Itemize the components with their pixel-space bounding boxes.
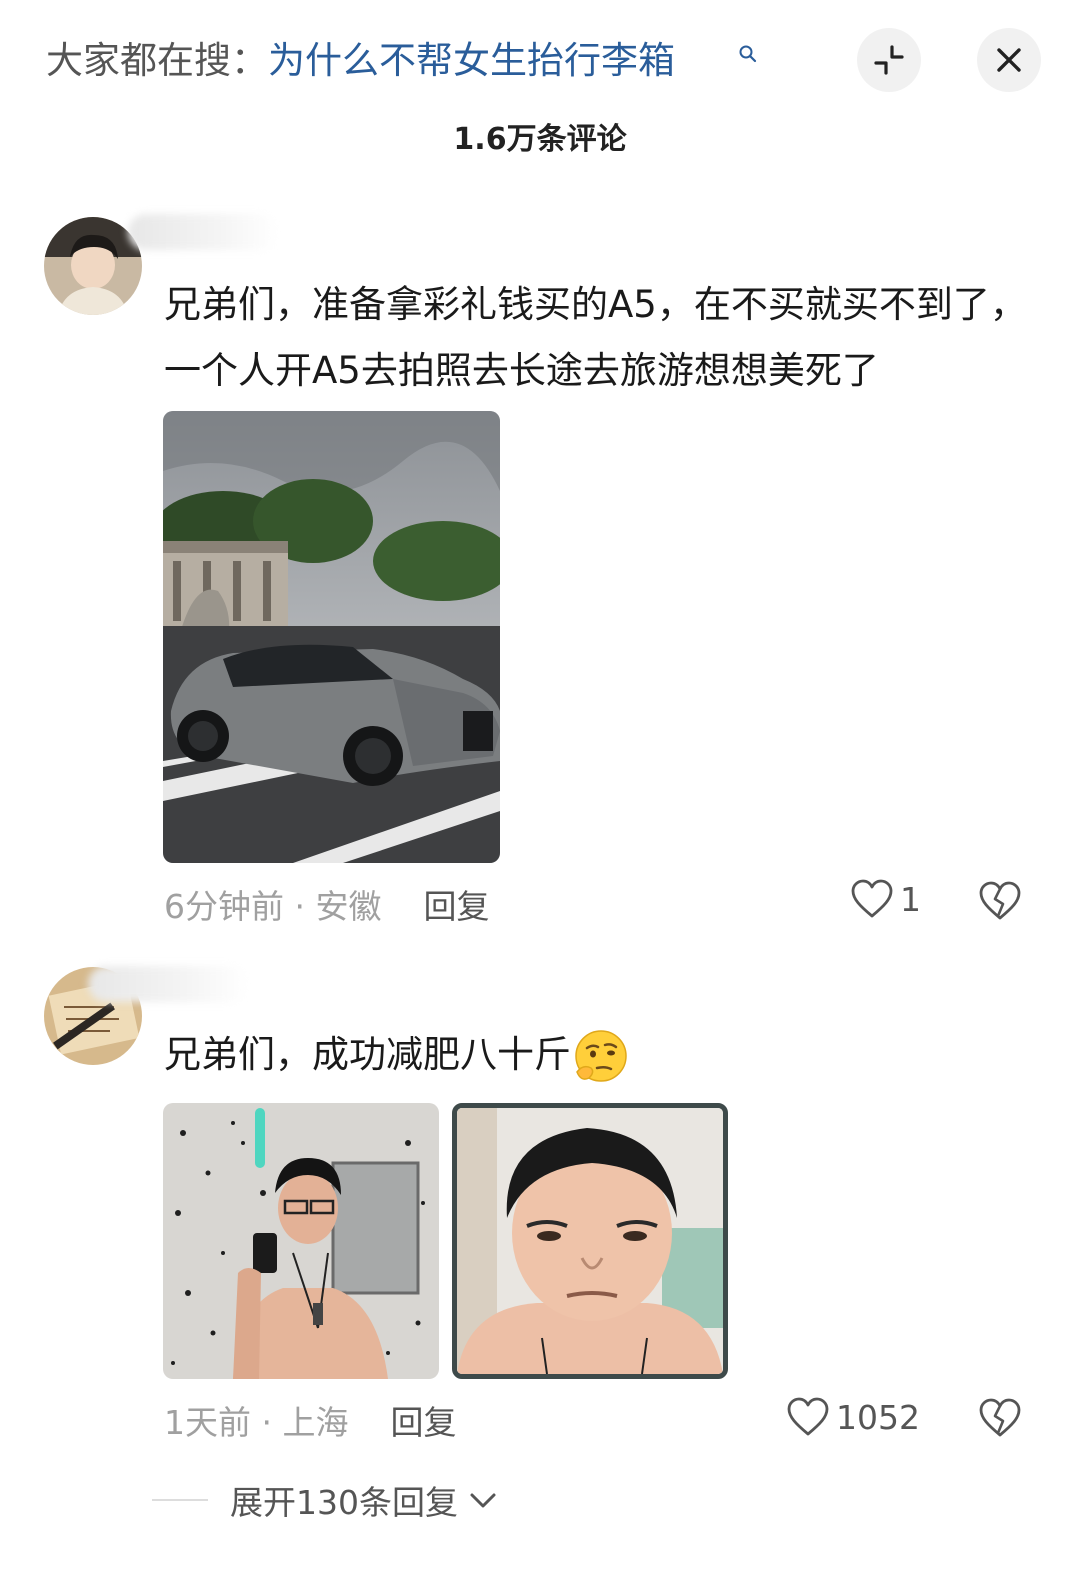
username[interactable] <box>88 966 248 1002</box>
like-button[interactable]: 1052 <box>786 1396 920 1438</box>
car-photo <box>163 411 500 863</box>
trending-search-prefix: 大家都在搜： <box>46 39 268 82</box>
expand-replies-label: 展开130条回复 <box>230 1483 458 1522</box>
username[interactable] <box>128 214 278 250</box>
search-icon <box>739 45 757 63</box>
thinking-face-emoji <box>575 1029 627 1082</box>
reply-button[interactable]: 回复 <box>423 887 489 926</box>
trending-search-query[interactable]: 为什么不帮女生抬行李箱 <box>268 39 675 82</box>
heart-icon <box>851 879 893 918</box>
chevron-down-icon <box>470 1493 496 1508</box>
expand-replies-button[interactable]: 展开130条回复 <box>152 1476 500 1524</box>
broken-heart-icon[interactable] <box>978 880 1022 922</box>
comment-photo-car[interactable] <box>163 411 500 863</box>
trending-search[interactable]: 大家都在搜：为什么不帮女生抬行李箱 <box>46 38 675 84</box>
comment-time-location: 1天前 · 上海 <box>164 1403 349 1442</box>
like-button[interactable]: 1 <box>850 878 921 920</box>
comment-text-body: 兄弟们，成功减肥八十斤 <box>164 1033 571 1076</box>
like-count: 1052 <box>836 1397 920 1437</box>
comment-meta: 1天前 · 上海 回复 <box>164 1396 456 1444</box>
comment-text: 兄弟们，成功减肥八十斤 <box>164 1022 1044 1088</box>
top-bar: 大家都在搜：为什么不帮女生抬行李箱 <box>0 0 1080 120</box>
comments-panel: 大家都在搜：为什么不帮女生抬行李箱 1.6万条评论 兄弟们，准备拿彩礼钱买的A5… <box>0 0 1080 1577</box>
close-icon <box>997 48 1021 72</box>
before-photo <box>457 1108 723 1374</box>
heart-icon <box>787 1397 829 1436</box>
broken-heart-icon[interactable] <box>978 1397 1022 1439</box>
comment-time-location: 6分钟前 · 安徽 <box>164 887 382 926</box>
collapse-icon <box>874 45 904 75</box>
divider-line <box>152 1499 208 1501</box>
comment-count: 1.6万条评论 <box>453 122 627 157</box>
close-button[interactable] <box>977 28 1041 92</box>
after-photo <box>163 1103 439 1379</box>
comment-text: 兄弟们，准备拿彩礼钱买的A5，在不买就买不到了，一个人开A5去拍照去长途去旅游想… <box>164 283 1027 392</box>
reply-button[interactable]: 回复 <box>390 1403 456 1442</box>
collapse-button[interactable] <box>857 28 921 92</box>
like-count: 1 <box>900 879 921 919</box>
comment-photo-before[interactable] <box>452 1103 728 1379</box>
comment-meta: 6分钟前 · 安徽 回复 <box>164 880 489 928</box>
comment-photo-after[interactable] <box>163 1103 439 1379</box>
